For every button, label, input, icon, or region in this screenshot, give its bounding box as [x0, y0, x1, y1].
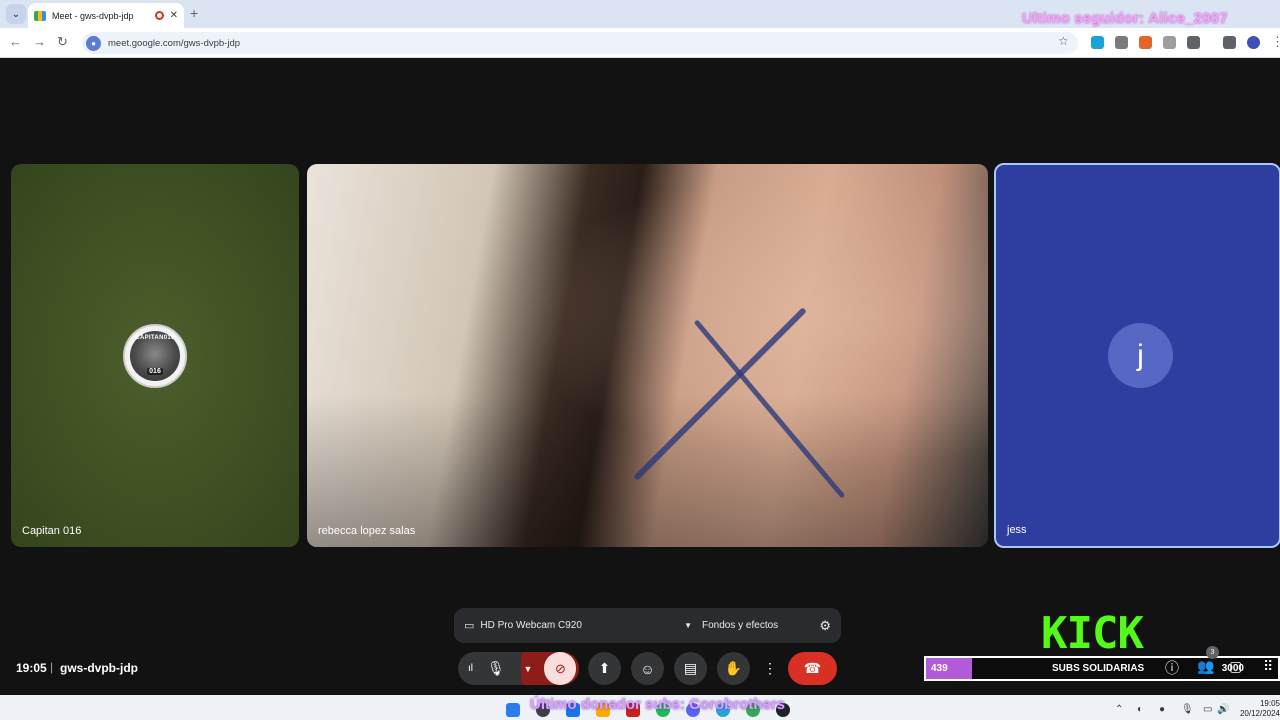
dropdown-arrow-icon: ▼ [684, 621, 692, 630]
participant-name: jess [1007, 524, 1027, 536]
camera-label: HD Pro Webcam C920 [480, 620, 582, 631]
more-vert-icon: ⋮ [763, 660, 777, 676]
taskbar-date: 20/12/2024 [1239, 709, 1280, 718]
emoji-icon: ☺ [640, 660, 655, 677]
video-camera-icon: ▭ [464, 620, 475, 632]
tray-network-icon[interactable]: ▭ [1203, 704, 1212, 715]
participant-avatar: CAPITAN016 016 [123, 324, 187, 388]
subs-goal-label: SUBS SOLIDARIAS [1052, 663, 1145, 674]
tray-app-icon[interactable]: ● [1159, 704, 1165, 715]
taskbar-time: 19:05 [1259, 699, 1280, 708]
new-tab-button[interactable]: + [190, 5, 198, 21]
leave-call-button[interactable]: ☎ [788, 652, 837, 685]
tray-mic-icon[interactable]: 🎙 [1181, 704, 1194, 715]
start-icon[interactable] [506, 703, 520, 717]
bookmark-star-icon[interactable]: ☆ [1058, 34, 1069, 48]
url-text[interactable]: meet.google.com/gws-dvpb-jdp [108, 38, 240, 49]
stream-donor-overlay: Último donador subs: Corobrothers [530, 696, 785, 713]
tray-app-icon[interactable]: ◐ [1137, 704, 1143, 715]
tab-search-chevron-icon[interactable]: ⌄ [6, 4, 26, 24]
forward-icon[interactable]: → [33, 34, 46, 49]
taskbar-clock[interactable]: 19:05 20/12/2024 [1236, 699, 1280, 719]
participant-video-tile[interactable]: rebecca lopez salas [307, 164, 988, 547]
chat-icon[interactable]: ▢ [1229, 658, 1242, 675]
activities-icon[interactable]: ⠿ [1263, 658, 1273, 675]
metamask-icon[interactable] [1139, 36, 1152, 49]
participant-tile[interactable]: CAPITAN016 016 Capitan 016 [11, 164, 299, 547]
browser-tab[interactable]: Meet - gws-dvpb-jdp ✕ [28, 3, 184, 28]
tray-volume-icon[interactable]: 🔊 [1217, 704, 1229, 715]
captions-icon: ▤ [683, 660, 698, 676]
hand-icon: ✋ [724, 660, 743, 676]
raise-hand-button[interactable]: ✋ [717, 652, 750, 685]
reload-icon[interactable]: ↻ [57, 34, 68, 50]
extension-icon[interactable] [1163, 36, 1176, 49]
tray-overflow-icon[interactable]: ⌃ [1115, 704, 1123, 715]
avatar-logo-number: 016 [147, 368, 163, 375]
meeting-clock: 19:05 [16, 661, 47, 675]
url-omnibox[interactable]: ● meet.google.com/gws-dvpb-jdp [82, 32, 1078, 54]
present-screen-button[interactable]: ⬆ [588, 652, 621, 685]
reactions-button[interactable]: ☺ [631, 652, 664, 685]
site-info-icon[interactable]: ● [86, 35, 101, 51]
meeting-info-separator: | [50, 660, 54, 674]
camera-toggle-group: ▼ ⊘ [521, 652, 579, 685]
audio-level-icon: ıl [468, 663, 473, 674]
captions-button[interactable]: ▤ [674, 652, 707, 685]
people-icon[interactable]: 👥 [1197, 658, 1214, 675]
participant-tile-active[interactable]: j jess [994, 163, 1280, 548]
more-options-button[interactable]: ⋮ [759, 652, 781, 685]
tab-close-icon[interactable]: ✕ [170, 10, 178, 21]
video-feed [307, 164, 988, 547]
extension-icon[interactable] [1115, 36, 1128, 49]
meeting-code[interactable]: gws-dvpb-jdp [60, 661, 138, 675]
participant-name: rebecca lopez salas [318, 525, 416, 537]
meeting-details-icon[interactable]: ⓘ [1165, 658, 1179, 678]
participant-avatar: j [1108, 323, 1173, 388]
people-count-badge: 3 [1206, 646, 1219, 659]
present-icon: ⬆ [598, 660, 611, 676]
extensions-puzzle-icon[interactable] [1187, 36, 1200, 49]
recording-indicator-icon [154, 11, 164, 20]
camera-options-chevron-icon[interactable]: ▼ [524, 664, 533, 674]
camera-select[interactable]: ▭ HD Pro Webcam C920 ▼ [464, 613, 692, 639]
subs-goal-bar: 439 SUBS SOLIDARIAS 3000 [924, 656, 1280, 681]
effects-settings-icon[interactable]: ⚙ [819, 618, 831, 634]
participant-name: Capitan 016 [22, 525, 82, 537]
back-icon[interactable]: ← [9, 34, 22, 49]
reading-list-icon[interactable] [1223, 36, 1236, 49]
effects-button[interactable]: Fondos y efectos [702, 620, 778, 631]
extension-icon[interactable] [1091, 36, 1104, 49]
tab-title: Meet - gws-dvpb-jdp [52, 10, 134, 21]
hang-up-icon: ☎ [803, 660, 822, 676]
microphone-icon[interactable]: 🎙 [487, 660, 505, 677]
profile-icon[interactable] [1247, 36, 1260, 49]
subs-goal-progress: 439 [926, 658, 972, 679]
meet-favicon-icon [34, 10, 46, 21]
kick-logo: KICK [1041, 608, 1144, 659]
device-settings-bar: ▭ HD Pro Webcam C920 ▼ Fondos y efectos … [454, 608, 841, 643]
stream-follower-overlay: Ultimo seguidor: Alice_2007 [1022, 10, 1228, 27]
browser-menu-icon[interactable]: ⋮ [1271, 34, 1280, 50]
avatar-logo-text: CAPITAN016 [135, 335, 175, 341]
camera-off-button[interactable]: ⊘ [544, 652, 577, 685]
